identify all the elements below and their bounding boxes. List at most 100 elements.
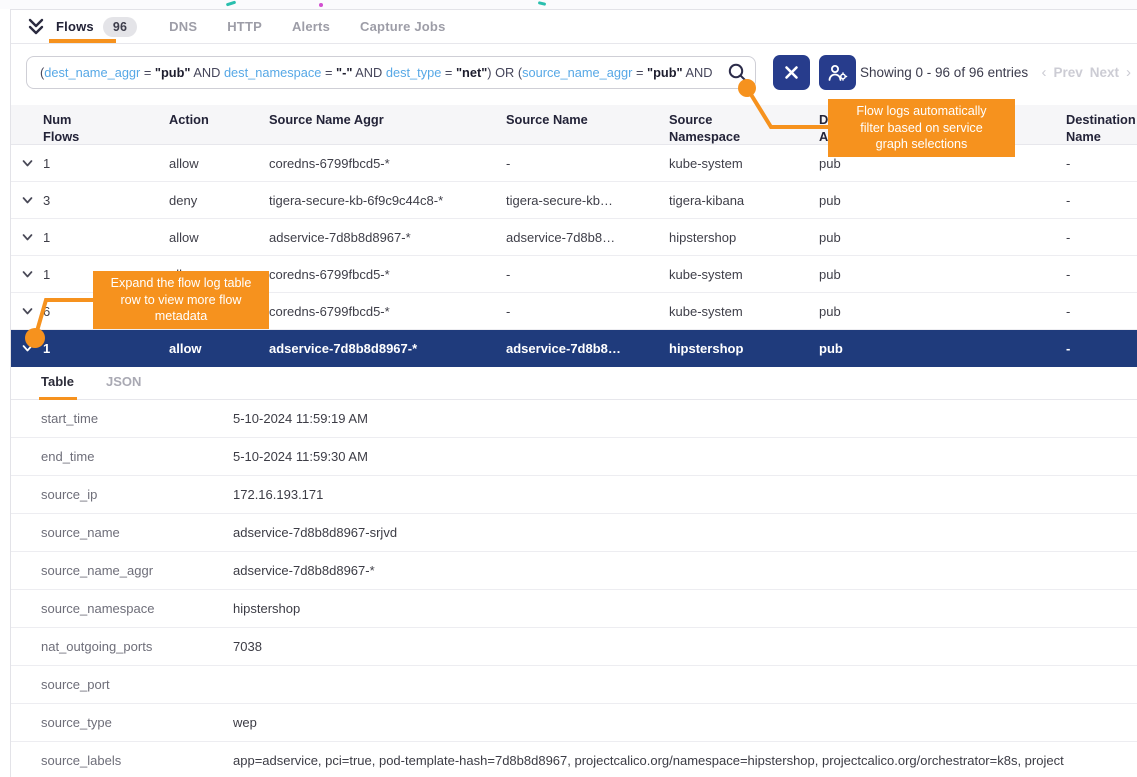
cell-num-flows: 3 [43,193,169,208]
cell-action: allow [169,230,269,245]
col-header-action[interactable]: Action [169,112,269,129]
cell-dest-name-aggr: pub [819,341,1066,356]
flow-table-row[interactable]: 3 deny tigera-secure-kb-6f9c9c44c8-* tig… [11,182,1137,219]
cell-destination-name: - [1066,267,1137,282]
entries-count-text: Showing 0 - 96 of 96 entries [860,55,1028,90]
cell-num-flows: 1 [43,156,169,171]
expand-row-chevron[interactable] [21,157,43,170]
flow-table-row[interactable]: 1 allow coredns-6799fbcd5-* - kube-syste… [11,145,1137,182]
graph-fragment [538,1,546,6]
detail-value: 172.16.193.171 [233,487,1137,502]
detail-row: nat_outgoing_ports 7038 [11,628,1137,666]
cell-source-namespace: kube-system [669,267,819,282]
active-tab-underline [49,39,116,43]
col-header-destination-name[interactable]: Destination Name [1066,112,1137,145]
cell-dest-name-aggr: pub [819,267,1066,282]
search-icon[interactable] [727,62,749,89]
col-header-source-name[interactable]: Source Name [506,112,669,129]
detail-value: adservice-7d8b8d8967-srjvd [233,525,1137,540]
detail-tabs-bar: Table JSON [11,367,1137,400]
cell-action: allow [169,304,269,319]
cell-source-name: - [506,267,669,282]
query-token: source_name_aggr [522,65,632,80]
filter-query-text: (dest_name_aggr = "pub" AND dest_namespa… [40,57,730,88]
cell-source-namespace: kube-system [669,304,819,319]
query-token: dest_type [386,65,442,80]
cell-dest-name-aggr: pub [819,193,1066,208]
query-token: = [441,65,456,80]
detail-tab-table[interactable]: Table [41,374,74,389]
tab-http[interactable]: HTTP [227,19,262,34]
detail-value: app=adservice, pci=true, pod-template-ha… [233,753,1137,768]
detail-row: source_name_aggr adservice-7d8b8d8967-* [11,552,1137,590]
detail-row: source_type wep [11,704,1137,742]
col-header-num-flows[interactable]: Num Flows [43,112,89,145]
chevron-left-icon[interactable]: ‹ [1041,64,1046,81]
expand-row-chevron[interactable] [21,194,43,207]
cell-destination-name: - [1066,341,1137,356]
expand-row-chevron[interactable] [21,305,43,318]
cell-source-name: adservice-7d8b8… [506,341,669,356]
tab-capture-jobs[interactable]: Capture Jobs [360,19,445,34]
query-token: = [321,65,336,80]
detail-key: source_type [41,715,233,730]
cell-source-namespace: tigera-kibana [669,193,819,208]
prev-button[interactable]: Prev [1053,65,1082,80]
query-token: "pub" [647,65,683,80]
cell-source-name-aggr: tigera-secure-kb-6f9c9c44c8-* [269,193,506,208]
cell-source-name-aggr: coredns-6799fbcd5-* [269,156,506,171]
flow-table-row[interactable]: 6 allow coredns-6799fbcd5-* - kube-syste… [11,293,1137,330]
cell-destination-name: - [1066,156,1137,171]
detail-row: source_labels app=adservice, pci=true, p… [11,742,1137,777]
detail-row: end_time 5-10-2024 11:59:30 AM [11,438,1137,476]
query-token: = [632,65,647,80]
user-gear-icon [827,63,848,83]
query-token: = [140,65,155,80]
cell-source-name: - [506,304,669,319]
service-graph-edge [0,0,1137,9]
cell-dest-name-aggr: pub [819,156,1066,171]
expand-row-chevron[interactable] [21,231,43,244]
cell-source-name: - [506,156,669,171]
flow-table-header: Num Flows Action Source Name Aggr Source… [11,105,1137,145]
column-settings-button[interactable] [819,55,856,90]
tab-dns[interactable]: DNS [169,19,197,34]
cell-dest-name-aggr: pub [819,230,1066,245]
cell-destination-name: - [1066,193,1137,208]
cell-source-name-aggr: adservice-7d8b8d8967-* [269,230,506,245]
detail-value: adservice-7d8b8d8967-* [233,563,1137,578]
flow-table-row[interactable]: 1 allow adservice-7d8b8d8967-* adservice… [11,219,1137,256]
col-header-source-name-aggr[interactable]: Source Name Aggr [269,112,506,129]
double-chevron-down-icon [26,17,46,37]
tab-flows[interactable]: Flows 96 [56,17,137,37]
cell-num-flows: 6 [43,304,169,319]
detail-key: source_namespace [41,601,233,616]
chevron-right-icon[interactable]: › [1126,64,1131,81]
log-tabs-bar: Flows 96 DNS HTTP Alerts Capture Jobs [11,10,1137,44]
collapse-panel-button[interactable] [24,15,48,39]
filter-query-input[interactable]: (dest_name_aggr = "pub" AND dest_namespa… [26,56,756,89]
next-button[interactable]: Next [1090,65,1119,80]
query-token: "-" [336,65,352,80]
detail-value: 5-10-2024 11:59:19 AM [233,411,1137,426]
close-icon [784,65,799,80]
cell-destination-name: - [1066,230,1137,245]
detail-tab-json[interactable]: JSON [106,374,141,389]
detail-value: 5-10-2024 11:59:30 AM [233,449,1137,464]
cell-action: allow [169,156,269,171]
flow-table-row-selected[interactable]: 1 allow adservice-7d8b8d8967-* adservice… [11,330,1137,367]
clear-filter-button[interactable] [773,55,810,90]
col-header-dest-name-aggr[interactable]: Dest Name Aggr [819,112,911,145]
col-header-source-namespace[interactable]: Source Namespace [669,112,757,145]
flow-table-row[interactable]: 1 allow coredns-6799fbcd5-* - kube-syste… [11,256,1137,293]
expand-row-chevron[interactable] [21,268,43,281]
detail-row: source_name adservice-7d8b8d8967-srjvd [11,514,1137,552]
tab-alerts[interactable]: Alerts [292,19,330,34]
detail-row: source_port [11,666,1137,704]
graph-fragment [319,3,323,7]
detail-key: end_time [41,449,233,464]
cell-destination-name: - [1066,304,1137,319]
detail-value: wep [233,715,1137,730]
cell-source-name: tigera-secure-kb… [506,193,669,208]
expand-row-chevron[interactable] [21,342,43,355]
